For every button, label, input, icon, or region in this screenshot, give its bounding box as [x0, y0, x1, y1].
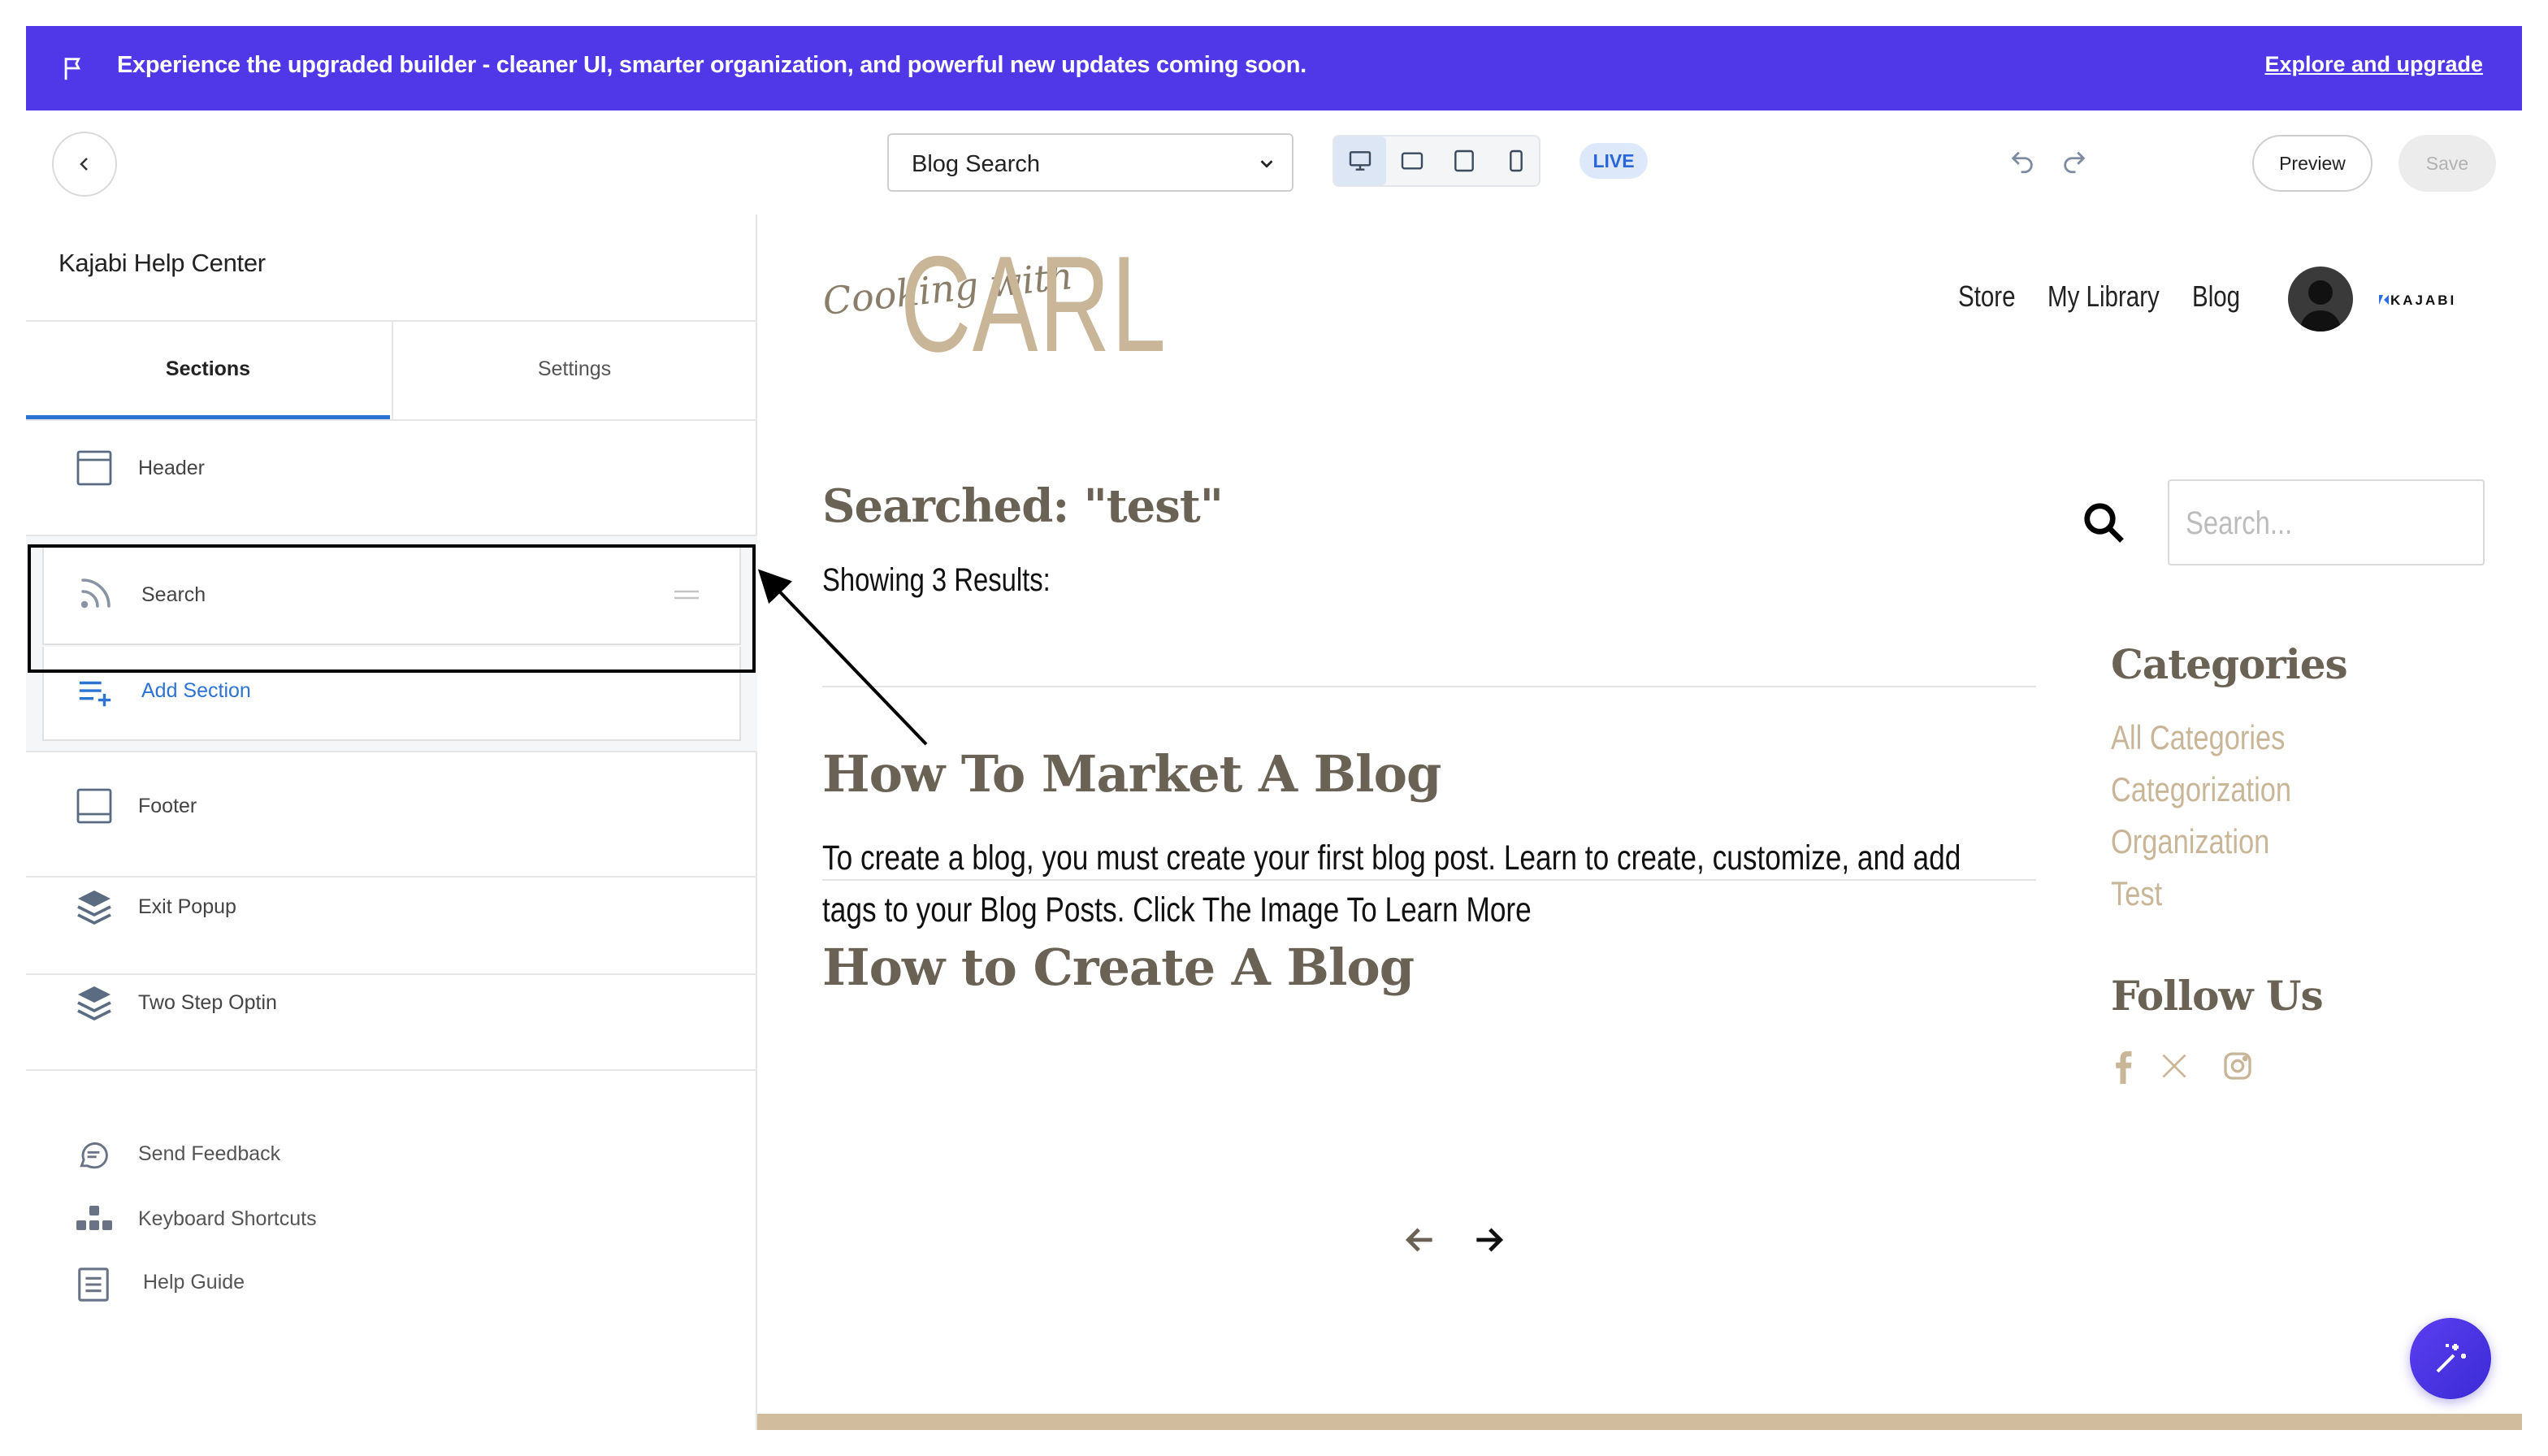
- undo-icon[interactable]: [2008, 148, 2036, 176]
- user-avatar[interactable]: [2288, 266, 2353, 332]
- banner-message: Experience the upgraded builder - cleane…: [117, 52, 1306, 78]
- blog-search-input[interactable]: Search...: [2168, 479, 2485, 566]
- divider: [26, 1069, 757, 1071]
- mobile-icon: [1510, 150, 1523, 172]
- app-frame: Experience the upgraded builder - cleane…: [26, 26, 2522, 1430]
- page-select-value: Blog Search: [912, 151, 1040, 177]
- chevron-down-icon: [1260, 160, 1273, 168]
- section-label: Footer: [138, 795, 197, 817]
- layers-icon: [77, 890, 111, 925]
- follow-us-heading: Follow Us: [2111, 972, 2324, 1020]
- live-status-badge: LIVE: [1580, 143, 1648, 179]
- nav-link-blog[interactable]: Blog: [2192, 280, 2240, 314]
- redo-icon[interactable]: [2060, 148, 2088, 176]
- site-title: Kajabi Help Center: [58, 249, 266, 277]
- logo-name: CARL: [900, 228, 1168, 380]
- section-item-footer[interactable]: Footer: [26, 759, 757, 853]
- search-heading: Searched: "test": [822, 479, 1224, 533]
- annotation-highlight-box: [28, 544, 756, 673]
- nav-link-store[interactable]: Store: [1958, 280, 2016, 314]
- x-icon[interactable]: [2160, 1050, 2189, 1082]
- section-label: Two Step Optin: [138, 991, 277, 1014]
- tablet-portrait-icon: [1454, 150, 1474, 172]
- results-count: Showing 3 Results:: [822, 562, 1051, 598]
- category-link[interactable]: Organization: [2111, 822, 2269, 861]
- flag-icon: [64, 58, 80, 80]
- kajabi-badge-text: KAJABI: [2390, 292, 2457, 308]
- kajabi-logo-icon: [2379, 295, 2389, 305]
- sparkle-wand-icon: [2436, 1344, 2466, 1373]
- tablet-landscape-icon: [1401, 152, 1424, 170]
- tab-sections[interactable]: Sections: [26, 322, 390, 419]
- category-link[interactable]: Test: [2111, 874, 2162, 913]
- page-select[interactable]: Blog Search: [887, 133, 1294, 192]
- post-excerpt: To create a blog, you must create your f…: [822, 838, 1961, 930]
- category-link[interactable]: Categorization: [2111, 770, 2291, 809]
- kajabi-badge: KAJABI: [2377, 292, 2456, 309]
- post-title[interactable]: How to Create A Blog: [822, 938, 1415, 997]
- layout-footer-icon: [76, 788, 112, 824]
- tab-settings[interactable]: Settings: [392, 322, 756, 419]
- add-list-icon: [79, 681, 111, 707]
- section-item-two-step-optin[interactable]: Two Step Optin: [26, 956, 757, 1050]
- section-item-header[interactable]: Header: [26, 421, 757, 515]
- keyboard-shortcuts-link[interactable]: Keyboard Shortcuts: [26, 1193, 757, 1245]
- section-item-exit-popup[interactable]: Exit Popup: [26, 860, 757, 954]
- instagram-icon[interactable]: [2221, 1050, 2254, 1082]
- device-tablet-landscape-button[interactable]: [1386, 136, 1438, 185]
- preview-button[interactable]: Preview: [2252, 135, 2372, 192]
- keyboard-icon: [76, 1206, 112, 1230]
- page-preview: Cooking with CARL Store My Library Blog …: [757, 214, 2522, 1430]
- builder-toolbar: Blog Search LIVE Preview Save: [26, 110, 2522, 214]
- search-icon[interactable]: [2082, 500, 2126, 544]
- sections-sidebar: Kajabi Help Center Sections Settings Hea…: [26, 214, 757, 1430]
- search-placeholder: Search...: [2186, 505, 2293, 541]
- section-label: Exit Popup: [138, 895, 236, 918]
- arrow-right-icon[interactable]: [1471, 1222, 1506, 1258]
- document-icon: [78, 1268, 109, 1302]
- post-title[interactable]: How To Market A Blog: [822, 744, 1441, 804]
- help-guide-link[interactable]: Help Guide: [26, 1256, 757, 1308]
- ai-assistant-button[interactable]: [2410, 1318, 2491, 1399]
- util-label: Keyboard Shortcuts: [138, 1207, 317, 1230]
- save-button[interactable]: Save: [2398, 135, 2496, 192]
- section-label: Header: [138, 457, 205, 479]
- device-desktop-button[interactable]: [1334, 136, 1386, 185]
- device-tablet-portrait-button[interactable]: [1438, 136, 1490, 185]
- util-label: Help Guide: [143, 1271, 245, 1294]
- chevron-left-icon: [80, 158, 88, 171]
- divider: [26, 751, 757, 752]
- categories-heading: Categories: [2111, 640, 2348, 688]
- util-label: Send Feedback: [138, 1142, 281, 1165]
- nav-link-my-library[interactable]: My Library: [2048, 280, 2160, 314]
- person-silhouette-icon: [2299, 280, 2342, 332]
- layers-icon: [77, 986, 111, 1021]
- divider: [822, 686, 2036, 687]
- add-section-label: Add Section: [141, 679, 251, 702]
- send-feedback-link[interactable]: Send Feedback: [26, 1128, 757, 1180]
- upgrade-banner: Experience the upgraded builder - cleane…: [26, 26, 2522, 110]
- footer-band: [757, 1414, 2522, 1430]
- category-link[interactable]: All Categories: [2111, 718, 2285, 757]
- back-button[interactable]: [52, 132, 117, 197]
- arrow-left-icon[interactable]: [1402, 1222, 1438, 1258]
- desktop-icon: [1349, 151, 1372, 171]
- device-mobile-button[interactable]: [1490, 136, 1542, 185]
- explore-upgrade-link[interactable]: Explore and upgrade: [2264, 52, 2483, 77]
- chat-bubble-icon: [80, 1142, 108, 1169]
- device-switcher: [1332, 135, 1540, 187]
- facebook-icon[interactable]: [2111, 1050, 2135, 1084]
- layout-header-icon: [76, 450, 112, 486]
